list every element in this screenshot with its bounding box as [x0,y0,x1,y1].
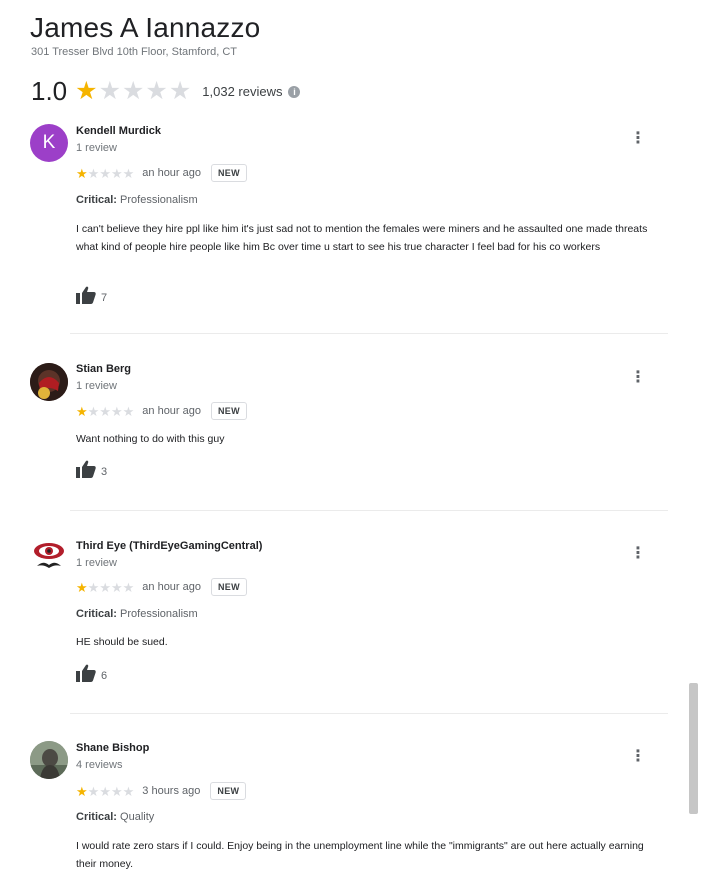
divider [70,333,668,334]
like-count: 6 [101,669,108,682]
scrollbar-thumb[interactable] [689,683,698,814]
overall-stars: ★ ★ ★ ★ ★ [75,79,192,104]
place-name: James A Iannazzo [30,12,261,43]
review-text: HE should be sued. [76,636,168,648]
star-icon: ★ [87,165,100,181]
critical-value: Professionalism [120,608,198,620]
review-time: 3 hours ago [142,785,201,797]
star-icon: ★ [110,165,123,181]
review-rating-line: ★ ★ ★ ★ ★ an hour ago NEW [76,402,247,420]
divider [70,713,668,714]
new-badge: NEW [210,782,247,800]
more-vert-icon[interactable]: ⋮ [630,749,646,765]
more-vert-icon[interactable]: ⋮ [630,131,646,147]
reviewer-review-count: 1 review [76,380,117,392]
critical-label: Critical: [76,194,117,206]
reviewer-review-count: 1 review [76,142,117,154]
star-icon: ★ [122,783,135,799]
star-icon: ★ [122,403,135,419]
star-icon: ★ [99,579,111,595]
star-icon: ★ [99,165,111,181]
info-icon[interactable]: i [288,85,301,98]
new-badge: NEW [211,164,247,182]
thumbs-up-icon [76,286,96,309]
star-icon: ★ [87,403,100,419]
review-time: an hour ago [142,167,201,179]
reviewer-name[interactable]: Shane Bishop [76,742,149,754]
star-icon: ★ [110,579,123,595]
avatar[interactable] [30,363,68,401]
review-text: I would rate zero stars if I could. Enjo… [76,840,644,870]
rating-number: 1.0 [31,76,68,106]
avatar[interactable]: K [30,124,68,162]
reviewer-name[interactable]: Third Eye (ThirdEyeGamingCentral) [76,540,262,552]
critical-label: Critical: [76,608,117,620]
review-rating-line: ★ ★ ★ ★ ★ 3 hours ago NEW [76,782,247,800]
thumbs-up-icon [76,664,96,687]
star-icon: ★ [122,77,145,105]
more-vert-icon[interactable]: ⋮ [630,370,646,386]
star-icon: ★ [145,77,168,105]
star-icon: ★ [122,165,135,181]
critical-value: Quality [120,811,155,823]
reviewer-review-count: 4 reviews [76,759,123,771]
like-count: 7 [101,291,108,304]
reviewer-review-count: 1 review [76,557,117,569]
review-stars: ★ ★ ★ ★ ★ [76,167,134,180]
star-icon: ★ [87,783,100,799]
star-icon: ★ [76,783,88,799]
like-button[interactable]: 6 [76,664,107,687]
like-button[interactable]: 3 [76,460,107,483]
star-icon: ★ [110,783,123,799]
review-text: Want nothing to do with this guy [76,433,225,445]
avatar[interactable] [30,538,68,576]
overall-rating: 1.0 ★ ★ ★ ★ ★ 1,032 reviews i [31,76,301,107]
reviewer-name[interactable]: Kendell Murdick [76,125,161,137]
divider [70,510,668,511]
review-text: I can't believe they hire ppl like him i… [76,223,648,253]
like-button[interactable]: 7 [76,286,107,309]
critical-tag: Critical: Professionalism [76,194,198,206]
review-stars: ★ ★ ★ ★ ★ [76,405,134,418]
critical-value: Professionalism [120,194,198,206]
star-icon: ★ [122,579,135,595]
star-icon: ★ [110,403,123,419]
star-icon: ★ [87,579,100,595]
critical-label: Critical: [76,811,117,823]
review-time: an hour ago [142,581,201,593]
star-icon: ★ [75,77,98,105]
star-icon: ★ [76,165,88,181]
like-count: 3 [101,465,108,478]
star-icon: ★ [168,77,192,105]
reviewer-name[interactable]: Stian Berg [76,363,131,375]
review-count-link[interactable]: 1,032 reviews [202,84,282,99]
review-stars: ★ ★ ★ ★ ★ [76,581,134,594]
thumbs-up-icon [76,460,96,483]
new-badge: NEW [211,578,247,596]
star-icon: ★ [99,783,111,799]
review-rating-line: ★ ★ ★ ★ ★ an hour ago NEW [76,578,247,596]
star-icon: ★ [76,579,88,595]
critical-tag: Critical: Professionalism [76,608,198,620]
review-time: an hour ago [142,405,201,417]
star-icon: ★ [98,77,121,105]
avatar[interactable] [30,741,68,779]
critical-tag: Critical: Quality [76,811,154,823]
review-stars: ★ ★ ★ ★ ★ [76,785,134,798]
star-icon: ★ [99,403,111,419]
review-rating-line: ★ ★ ★ ★ ★ an hour ago NEW [76,164,247,182]
place-address: 301 Tresser Blvd 10th Floor, Stamford, C… [31,46,238,58]
more-vert-icon[interactable]: ⋮ [630,546,646,562]
star-icon: ★ [76,403,88,419]
new-badge: NEW [211,402,247,420]
